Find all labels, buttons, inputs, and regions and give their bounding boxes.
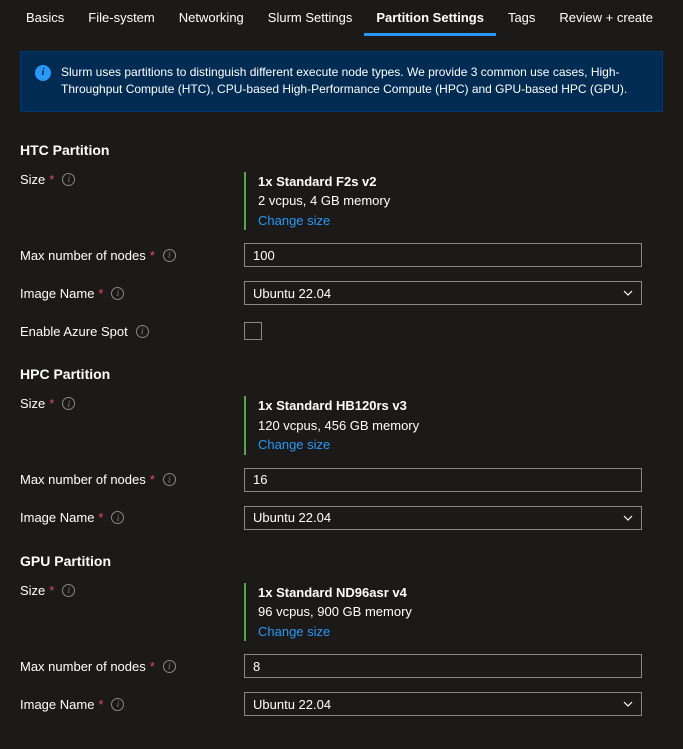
info-icon[interactable]: i: [62, 173, 75, 186]
content-area: HTC Partition Size * i 1x Standard F2s v…: [0, 122, 683, 749]
info-icon: i: [35, 65, 51, 81]
htc-max-nodes-input[interactable]: [244, 243, 642, 267]
htc-size-label: Size: [20, 172, 45, 187]
hpc-maxnodes-label: Max number of nodes: [20, 472, 146, 487]
info-icon[interactable]: i: [62, 397, 75, 410]
gpu-max-nodes-input[interactable]: [244, 654, 642, 678]
htc-change-size-link[interactable]: Change size: [258, 211, 663, 231]
required-star: *: [98, 697, 103, 712]
htc-vm-size: 1x Standard F2s v2 2 vcpus, 4 GB memory …: [244, 172, 663, 231]
gpu-image-select[interactable]: [244, 692, 642, 716]
gpu-vm-size: 1x Standard ND96asr v4 96 vcpus, 900 GB …: [244, 583, 663, 642]
hpc-vm-title: 1x Standard HB120rs v3: [258, 396, 663, 416]
gpu-change-size-link[interactable]: Change size: [258, 622, 663, 642]
htc-maxnodes-label: Max number of nodes: [20, 248, 146, 263]
hpc-vm-size: 1x Standard HB120rs v3 120 vcpus, 456 GB…: [244, 396, 663, 455]
hpc-image-label: Image Name: [20, 510, 94, 525]
required-star: *: [150, 248, 155, 263]
info-icon[interactable]: i: [163, 473, 176, 486]
info-icon[interactable]: i: [62, 584, 75, 597]
info-icon[interactable]: i: [111, 287, 124, 300]
htc-vm-title: 1x Standard F2s v2: [258, 172, 663, 192]
htc-enable-spot-checkbox[interactable]: [244, 322, 262, 340]
info-icon[interactable]: i: [163, 660, 176, 673]
required-star: *: [150, 659, 155, 674]
info-icon[interactable]: i: [111, 698, 124, 711]
htc-spot-label: Enable Azure Spot: [20, 324, 128, 339]
gpu-section-title: GPU Partition: [20, 553, 663, 569]
tab-bar: Basics File-system Networking Slurm Sett…: [0, 0, 683, 37]
gpu-size-label: Size: [20, 583, 45, 598]
tab-file-system[interactable]: File-system: [76, 0, 166, 36]
info-text: Slurm uses partitions to distinguish dif…: [61, 64, 648, 99]
hpc-section-title: HPC Partition: [20, 366, 663, 382]
required-star: *: [98, 510, 103, 525]
tab-networking[interactable]: Networking: [167, 0, 256, 36]
info-icon[interactable]: i: [111, 511, 124, 524]
gpu-maxnodes-label: Max number of nodes: [20, 659, 146, 674]
hpc-image-select[interactable]: [244, 506, 642, 530]
gpu-vm-title: 1x Standard ND96asr v4: [258, 583, 663, 603]
tab-partition-settings[interactable]: Partition Settings: [364, 0, 496, 36]
required-star: *: [49, 583, 54, 598]
tab-review-create[interactable]: Review + create: [547, 0, 665, 36]
info-icon[interactable]: i: [163, 249, 176, 262]
hpc-vm-sub: 120 vcpus, 456 GB memory: [258, 416, 663, 436]
info-icon[interactable]: i: [136, 325, 149, 338]
info-banner: i Slurm uses partitions to distinguish d…: [20, 51, 663, 112]
tab-slurm-settings[interactable]: Slurm Settings: [256, 0, 365, 36]
required-star: *: [49, 172, 54, 187]
required-star: *: [98, 286, 103, 301]
hpc-size-label: Size: [20, 396, 45, 411]
required-star: *: [49, 396, 54, 411]
tab-tags[interactable]: Tags: [496, 0, 547, 36]
required-star: *: [150, 472, 155, 487]
hpc-max-nodes-input[interactable]: [244, 468, 642, 492]
htc-image-select[interactable]: [244, 281, 642, 305]
gpu-image-label: Image Name: [20, 697, 94, 712]
htc-section-title: HTC Partition: [20, 142, 663, 158]
gpu-vm-sub: 96 vcpus, 900 GB memory: [258, 602, 663, 622]
htc-image-label: Image Name: [20, 286, 94, 301]
tab-basics[interactable]: Basics: [14, 0, 76, 36]
htc-vm-sub: 2 vcpus, 4 GB memory: [258, 191, 663, 211]
hpc-change-size-link[interactable]: Change size: [258, 435, 663, 455]
